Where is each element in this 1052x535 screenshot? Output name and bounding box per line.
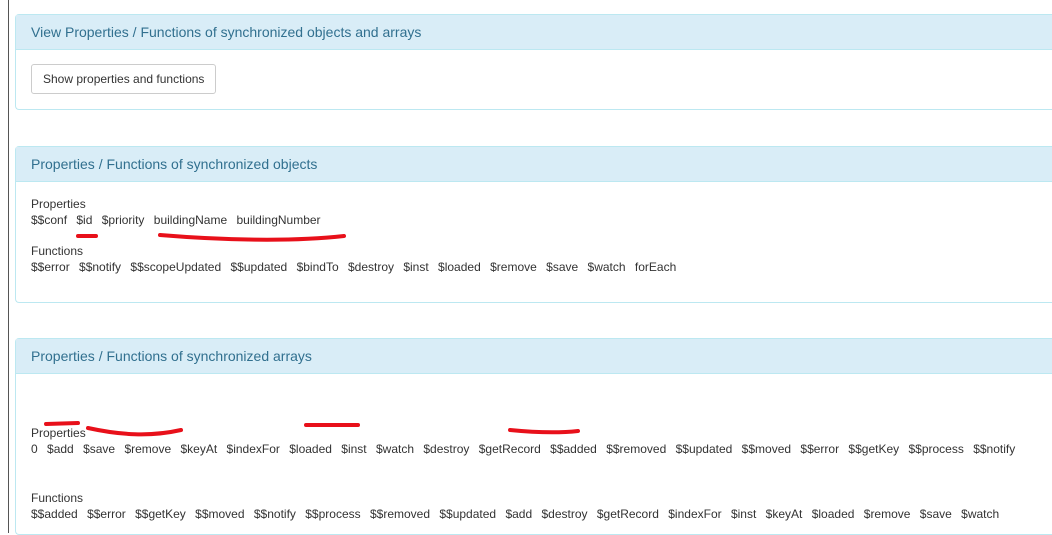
arrays-functions-section: Functions $$added $$error $$getKey $$mov… — [31, 490, 1051, 522]
objects-properties-list: $$conf $id $priority buildingName buildi… — [31, 212, 327, 228]
function-item: forEach — [634, 260, 677, 274]
function-item: $loaded — [438, 260, 481, 274]
property-item: $indexFor — [226, 442, 280, 456]
property-item: $$added — [550, 442, 597, 456]
function-item: $$error — [87, 507, 126, 521]
arrays-properties-list: 0 $add $save $remove $keyAt $indexFor $l… — [31, 441, 1041, 457]
function-item: $$error — [31, 260, 70, 274]
function-item: $$notify — [79, 260, 122, 274]
arrays-properties-section: Properties 0 $add $save $remove $keyAt $… — [31, 425, 1051, 457]
function-item: $bindTo — [296, 260, 339, 274]
objects-properties-section: Properties $$conf $id $priority building… — [31, 196, 327, 228]
function-item: $watch — [587, 260, 626, 274]
property-item: $$removed — [606, 442, 667, 456]
arrays-functions-list: $$added $$error $$getKey $$moved $$notif… — [31, 506, 1041, 522]
view-panel: View Properties / Functions of synchroni… — [15, 14, 1052, 110]
objects-panel-title: Properties / Functions of synchronized o… — [16, 147, 1052, 182]
function-item: $destroy — [347, 260, 394, 274]
property-item: $getRecord — [478, 442, 541, 456]
function-item: $inst — [403, 260, 429, 274]
property-item: $save — [83, 442, 116, 456]
property-item: $$process — [908, 442, 964, 456]
function-item: $loaded — [811, 507, 855, 521]
property-item: $$moved — [741, 442, 792, 456]
property-item: $$conf — [31, 213, 68, 227]
function-item: $save — [919, 507, 952, 521]
function-item: $remove — [490, 260, 537, 274]
function-item: $keyAt — [765, 507, 803, 521]
function-item: $$getKey — [135, 507, 186, 521]
function-item: $indexFor — [668, 507, 722, 521]
function-item: $$removed — [369, 507, 431, 521]
property-item: $$notify — [973, 442, 1016, 456]
function-item: $add — [505, 507, 533, 521]
property-item: $keyAt — [180, 442, 218, 456]
property-item: $loaded — [289, 442, 332, 456]
property-item: $destroy — [423, 442, 470, 456]
function-item: $remove — [863, 507, 911, 521]
property-item: buildingNumber — [236, 213, 321, 227]
left-border — [8, 0, 9, 533]
objects-functions-list: $$error $$notify $$scopeUpdated $$update… — [31, 259, 682, 275]
property-item: $inst — [341, 442, 367, 456]
property-item: buildingName — [153, 213, 228, 227]
function-item: $$updated — [439, 507, 497, 521]
function-item: $$process — [305, 507, 361, 521]
property-item: $add — [47, 442, 74, 456]
function-item: $$added — [31, 507, 78, 521]
function-item: $getRecord — [596, 507, 659, 521]
function-item: $$scopeUpdated — [130, 260, 222, 274]
objects-panel: Properties / Functions of synchronized o… — [15, 146, 1052, 303]
view-panel-title: View Properties / Functions of synchroni… — [16, 15, 1052, 50]
function-item: $save — [546, 260, 579, 274]
arrays-properties-label: Properties — [31, 426, 86, 440]
objects-functions-section: Functions $$error $$notify $$scopeUpdate… — [31, 243, 682, 275]
function-item: $inst — [730, 507, 757, 521]
property-item: 0 — [31, 442, 38, 456]
property-item: $remove — [124, 442, 172, 456]
arrays-panel-title: Properties / Functions of synchronized a… — [16, 339, 1052, 374]
function-item: $$updated — [230, 260, 288, 274]
arrays-panel: Properties / Functions of synchronized a… — [15, 338, 1052, 535]
arrays-functions-label: Functions — [31, 491, 84, 505]
property-item: $priority — [101, 213, 145, 227]
function-item: $destroy — [541, 507, 588, 521]
property-item: $id — [76, 213, 93, 227]
objects-properties-label: Properties — [31, 197, 86, 211]
show-properties-button[interactable]: Show properties and functions — [31, 64, 217, 94]
property-item: $$getKey — [848, 442, 900, 456]
function-item: $$moved — [195, 507, 245, 521]
property-item: $watch — [376, 442, 415, 456]
property-item: $$error — [800, 442, 840, 456]
objects-functions-label: Functions — [31, 244, 84, 258]
function-item: $$notify — [253, 507, 296, 521]
property-item: $$updated — [675, 442, 733, 456]
function-item: $watch — [961, 507, 1000, 521]
